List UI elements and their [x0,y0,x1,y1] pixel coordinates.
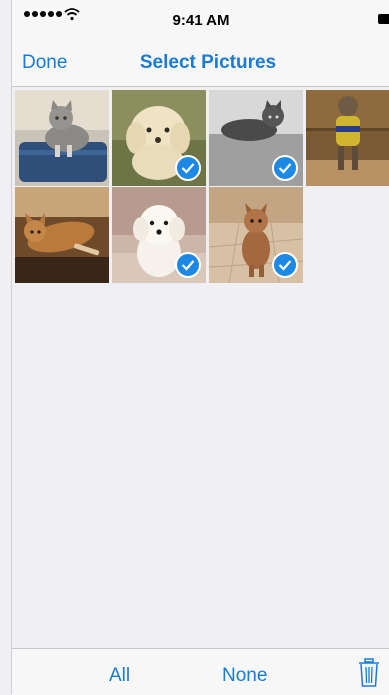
app-screen: 9:41 AM Done Select Pictures All None [11,0,389,695]
photo-thumbnail[interactable] [209,187,303,283]
battery-icon [378,14,389,24]
photo-thumbnail[interactable] [306,90,389,186]
photo-thumbnail[interactable] [112,90,206,186]
trash-icon[interactable] [358,658,380,688]
select-none-button[interactable]: None [222,665,267,687]
photo-thumbnail[interactable] [209,90,303,186]
selected-checkmark-icon [272,252,298,278]
selected-checkmark-icon [175,252,201,278]
photo-thumbnail[interactable] [112,187,206,283]
bottom-toolbar: All None [12,648,389,695]
photo-image [15,187,109,283]
photo-thumbnail[interactable] [15,187,109,283]
photo-image [15,90,109,186]
navigation-bar: Done Select Pictures [12,40,389,87]
status-time: 9:41 AM [172,12,230,29]
page-title: Select Pictures [139,52,277,73]
select-all-button[interactable]: All [109,665,130,687]
photo-thumbnail[interactable] [15,90,109,186]
selected-checkmark-icon [272,155,298,181]
photo-image [306,90,389,186]
selected-checkmark-icon [175,155,201,181]
status-bar: 9:41 AM [12,0,389,44]
